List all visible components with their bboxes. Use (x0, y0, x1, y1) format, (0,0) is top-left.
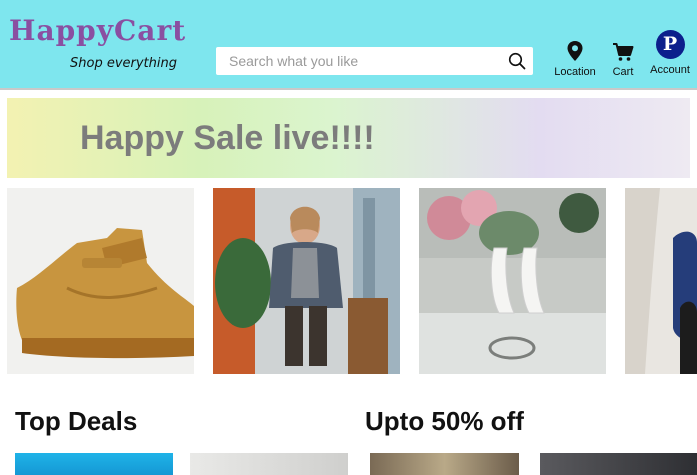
nav-location[interactable]: Location (552, 38, 598, 78)
carousel-item-sneaker[interactable] (7, 188, 194, 374)
carousel-item-model[interactable] (213, 188, 400, 374)
nav-cart-label: Cart (612, 66, 634, 78)
sale-banner[interactable]: Happy Sale live!!!! (7, 98, 690, 178)
deal-thumbnail[interactable] (190, 453, 348, 475)
carousel-item-gloves[interactable] (625, 188, 697, 374)
model-image (213, 188, 400, 374)
search-input[interactable] (216, 47, 496, 75)
logo[interactable]: HappyCart (9, 14, 186, 47)
discount-thumbnail[interactable] (370, 453, 519, 475)
nav-location-label: Location (554, 66, 596, 78)
section-title-top-deals: Top Deals (15, 406, 138, 436)
nav-account[interactable]: P Account (646, 30, 694, 76)
banner-text: Happy Sale live!!!! (80, 119, 375, 157)
header: HappyCart Shop everything Location Cart (0, 0, 697, 88)
tagline: Shop everything (70, 56, 177, 71)
gloves-image (625, 188, 697, 374)
cart-icon (613, 43, 634, 61)
carousel-item-heels[interactable] (419, 188, 606, 374)
nav-cart[interactable]: Cart (607, 38, 639, 78)
avatar: P (655, 30, 685, 59)
header-divider (0, 88, 697, 90)
nav-account-label: Account (650, 64, 690, 76)
heels-image (419, 188, 606, 374)
section-title-discount: Upto 50% off (365, 406, 524, 436)
discount-thumbnail[interactable] (540, 453, 697, 475)
search-bar (216, 47, 533, 75)
sneaker-image (7, 188, 194, 374)
search-icon[interactable] (508, 52, 526, 70)
deal-thumbnail[interactable] (15, 453, 173, 475)
location-pin-icon (567, 41, 583, 61)
